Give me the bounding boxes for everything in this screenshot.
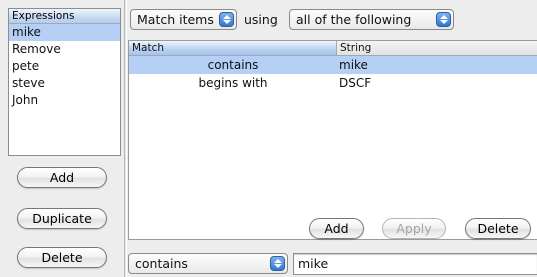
add-rule-button[interactable]: Add: [309, 218, 364, 239]
table-row[interactable]: contains mike: [129, 56, 537, 74]
string-value-field[interactable]: mike: [293, 253, 537, 275]
duplicate-expression-button[interactable]: Duplicate: [17, 208, 107, 229]
match-items-popup-label: Match items: [137, 12, 214, 27]
list-item-pete[interactable]: pete: [9, 58, 120, 75]
split-divider[interactable]: [124, 0, 127, 277]
delete-expression-button[interactable]: Delete: [17, 247, 107, 268]
table-header: Match String: [129, 41, 537, 56]
using-label: using: [244, 12, 278, 27]
apply-button[interactable]: Apply: [382, 218, 446, 239]
expressions-list[interactable]: Expressions mike Remove pete steve John: [8, 8, 121, 156]
string-cell: DSCF: [339, 76, 372, 90]
column-header-match[interactable]: Match: [129, 41, 337, 55]
popup-arrows-icon: [270, 256, 285, 271]
operator-popup[interactable]: contains: [128, 253, 288, 274]
match-items-popup[interactable]: Match items: [130, 9, 237, 30]
expressions-header: Expressions: [9, 9, 120, 24]
delete-rule-button[interactable]: Delete: [465, 218, 531, 239]
list-item-john[interactable]: John: [9, 92, 120, 109]
rules-table[interactable]: Match String contains mike begins with D…: [128, 40, 537, 240]
list-item-remove[interactable]: Remove: [9, 41, 120, 58]
list-item-steve[interactable]: steve: [9, 75, 120, 92]
list-item-mike[interactable]: mike: [9, 24, 120, 41]
match-cell: begins with: [198, 76, 268, 90]
table-row[interactable]: begins with DSCF: [129, 74, 537, 92]
column-header-string[interactable]: String: [337, 41, 537, 55]
condition-popup-label: all of the following: [296, 12, 412, 27]
popup-arrows-icon: [436, 12, 451, 27]
operator-popup-label: contains: [135, 256, 188, 271]
add-expression-button[interactable]: Add: [17, 167, 107, 188]
match-cell: contains: [207, 58, 259, 72]
popup-arrows-icon: [219, 12, 234, 27]
condition-popup[interactable]: all of the following: [289, 9, 454, 30]
string-cell: mike: [339, 58, 368, 72]
